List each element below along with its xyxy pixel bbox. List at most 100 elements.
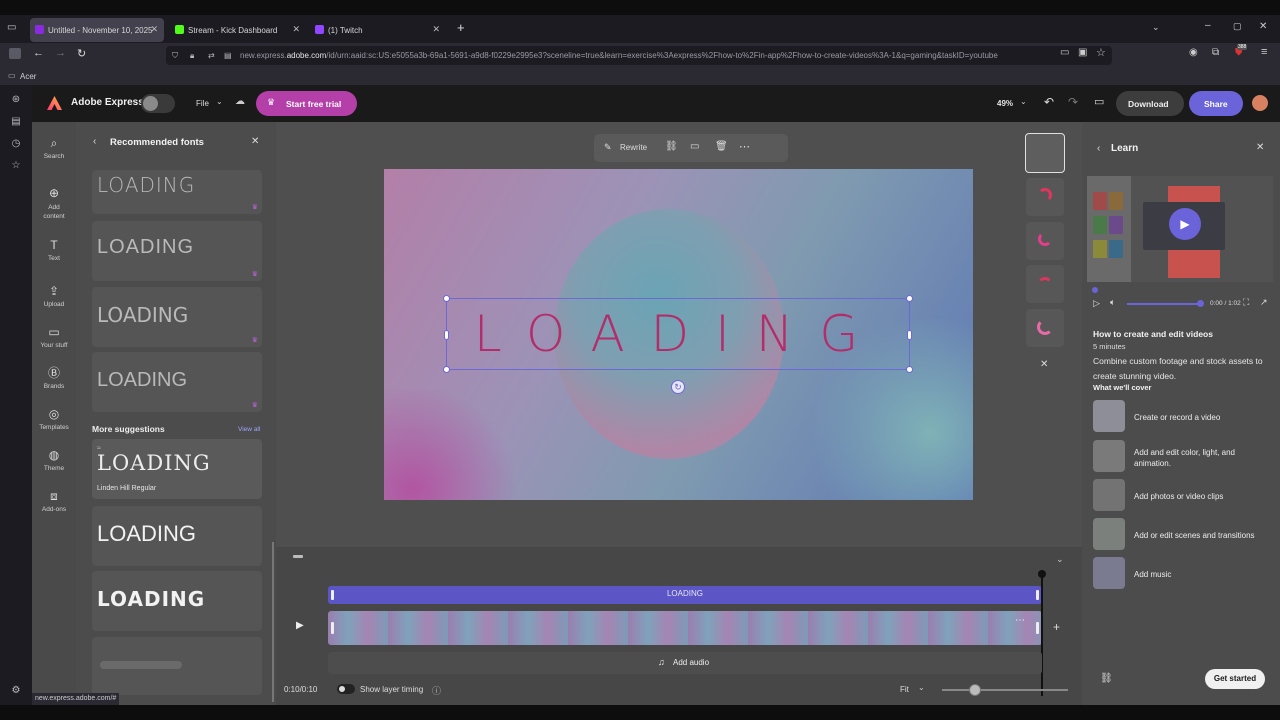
lesson-step[interactable]: Add and edit color, light, and animation… [1085, 440, 1280, 474]
tool-brands[interactable]: Ⓑ Brands [32, 366, 76, 390]
font-card[interactable]: LOADING ♛ [92, 287, 262, 347]
maximize-icon[interactable]: ▢ [1233, 21, 1242, 32]
screenshot-icon[interactable]: ▣ [1078, 47, 1087, 58]
scene-thumbnail[interactable] [1026, 265, 1064, 303]
close-icon[interactable]: ✕ [1256, 142, 1264, 153]
lesson-step[interactable]: Create or record a video [1085, 400, 1280, 434]
menu-icon[interactable]: ≡ [1261, 46, 1267, 58]
comment-icon[interactable]: ▭ [690, 141, 699, 152]
video-canvas[interactable]: LOADING ↻ [384, 169, 973, 500]
get-started-button[interactable]: Get started [1205, 669, 1265, 689]
resize-handle[interactable] [443, 366, 450, 373]
font-card-linden-hill[interactable]: ≈ LOADING Linden Hill Regular [92, 439, 262, 499]
comment-icon[interactable]: ▭ [1094, 95, 1104, 108]
close-icon[interactable]: ✕ [251, 136, 259, 147]
info-icon[interactable]: ⓘ [432, 684, 441, 697]
start-free-trial-button[interactable]: ♛ Start free trial [256, 91, 357, 116]
chevron-down-icon[interactable]: ⌄ [918, 683, 925, 692]
close-icon[interactable]: ✕ [1040, 359, 1048, 370]
scene-thumbnail[interactable] [1026, 222, 1064, 260]
chevron-down-icon[interactable]: ⌄ [1152, 22, 1160, 33]
lesson-step[interactable]: Add or edit scenes and transitions [1085, 518, 1280, 552]
external-link-icon[interactable]: ↗ [1260, 297, 1268, 308]
play-icon[interactable]: ▷ [1093, 298, 1100, 309]
rewrite-button[interactable]: Rewrite [620, 143, 647, 152]
back-chevron-icon[interactable]: ‹ [93, 136, 96, 147]
new-tab-icon[interactable]: + [457, 20, 465, 35]
history-icon[interactable]: ◷ [10, 138, 22, 150]
volume-thumb[interactable] [1197, 300, 1204, 307]
view-all-link[interactable]: View all [238, 426, 260, 433]
ai-toggle[interactable] [141, 94, 175, 113]
fit-dropdown[interactable]: Fit [900, 685, 909, 694]
trim-handle[interactable] [1036, 622, 1039, 634]
resize-handle[interactable] [443, 295, 450, 302]
playhead-knob[interactable] [1038, 570, 1046, 578]
resize-handle[interactable] [906, 366, 913, 373]
play-video-icon[interactable]: ▶ [1169, 208, 1201, 240]
tool-upload[interactable]: ⇪ Upload [32, 284, 76, 308]
more-options-icon[interactable]: ⋯ [739, 140, 750, 153]
tab-list-icon[interactable]: ▭ [7, 22, 16, 33]
canvas-text[interactable]: LOADING [447, 305, 911, 363]
sidebar-toggle-icon[interactable] [9, 48, 21, 59]
chevron-down-icon[interactable]: ⌄ [1056, 554, 1064, 565]
tool-add-ons[interactable]: ⧈ Add-ons [32, 489, 76, 513]
lesson-step[interactable]: Add music [1085, 557, 1280, 591]
trim-handle[interactable] [1036, 590, 1039, 600]
tab-adobe-express[interactable]: Untitled - November 10, 2025 · ✕ [30, 18, 164, 42]
customize-sidebar-icon[interactable]: ⚙ [10, 685, 22, 697]
chevron-down-icon[interactable]: ⌄ [1020, 97, 1027, 106]
text-selection-box[interactable]: LOADING [443, 295, 913, 373]
fullscreen-icon[interactable]: ⛶ [1243, 297, 1249, 308]
font-card-loading[interactable] [92, 637, 262, 695]
drag-handle-icon[interactable] [293, 555, 303, 558]
file-menu[interactable]: File [196, 99, 209, 108]
link-icon[interactable]: ⛓ [665, 141, 678, 152]
font-card[interactable]: LOADING ♛ [92, 170, 262, 214]
close-tab-icon[interactable]: ✕ [292, 24, 300, 35]
bookmarks-icon[interactable]: ☆ [10, 160, 22, 172]
font-card[interactable]: LOADING [92, 506, 262, 566]
zoom-level[interactable]: 49% [997, 99, 1013, 108]
add-audio-track[interactable]: ♫ Add audio [328, 652, 1042, 674]
text-track[interactable]: LOADING [328, 586, 1042, 604]
close-tab-icon[interactable]: ✕ [150, 24, 158, 35]
tool-text[interactable]: T Text [32, 238, 76, 262]
tool-your-stuff[interactable]: ▭ Your stuff [32, 325, 76, 349]
zoom-slider-track[interactable] [942, 689, 1068, 691]
font-card[interactable]: LOADING ♛ [92, 352, 262, 412]
play-icon[interactable]: ▶ [296, 620, 304, 631]
tutorial-video[interactable]: ▶ [1087, 176, 1273, 282]
download-button[interactable]: Download [1116, 91, 1184, 116]
url-bar[interactable]: ⛉ 🔒︎ ⇄ ▤ new.express.adobe.com/id/urn:aa… [166, 46, 1112, 65]
forward-icon[interactable]: → [55, 47, 66, 59]
tab-twitch[interactable]: (1) Twitch ✕ [310, 18, 446, 42]
rotate-handle-icon[interactable]: ↻ [671, 380, 685, 394]
back-chevron-icon[interactable]: ‹ [1097, 143, 1100, 154]
undo-icon[interactable]: ↶ [1044, 95, 1054, 109]
resize-handle[interactable] [444, 330, 449, 340]
link-icon[interactable]: ⛓ [1100, 673, 1113, 684]
tab-kick-dashboard[interactable]: Stream - Kick Dashboard ✕ [170, 18, 306, 42]
bookmark-acer[interactable]: Acer [20, 72, 36, 81]
font-card[interactable]: LOADING ♛ [92, 221, 262, 281]
volume-icon[interactable]: 🔈︎ [1110, 297, 1115, 308]
tool-add-content[interactable]: ⊕ Add content [32, 186, 76, 221]
tool-theme[interactable]: ◍ Theme [32, 448, 76, 472]
tool-templates[interactable]: ◎ Templates [32, 407, 76, 431]
delete-icon[interactable]: 🗑︎ [715, 141, 728, 152]
bookmark-star-icon[interactable]: ☆ [1096, 46, 1106, 59]
reload-icon[interactable]: ↻ [77, 47, 86, 60]
volume-slider[interactable] [1127, 303, 1201, 305]
lesson-step[interactable]: Add photos or video clips [1085, 479, 1280, 513]
page-thumbnail-active[interactable] [1025, 133, 1065, 173]
cloud-icon[interactable]: ☁ [235, 96, 245, 107]
layer-timing-toggle[interactable] [337, 684, 355, 694]
extensions-icon[interactable]: ⧉ [1212, 47, 1219, 58]
resize-handle[interactable] [907, 330, 912, 340]
scene-thumbnail[interactable] [1026, 309, 1064, 347]
scene-thumbnail[interactable] [1026, 178, 1064, 216]
close-tab-icon[interactable]: ✕ [432, 24, 440, 35]
playhead[interactable] [1041, 574, 1043, 696]
